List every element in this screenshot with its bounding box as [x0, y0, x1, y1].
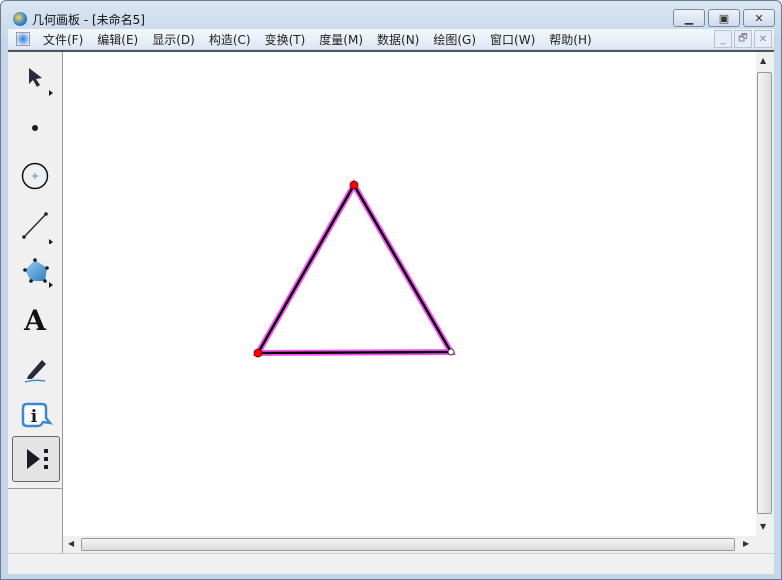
- minimize-button[interactable]: ▁: [673, 9, 705, 27]
- window-title: 几何画板 - [未命名5]: [32, 12, 145, 27]
- scroll-down-icon[interactable]: ▼: [760, 522, 766, 531]
- toolbox-divider: [8, 488, 62, 489]
- polygon-tool[interactable]: [12, 250, 58, 294]
- sketch-canvas[interactable]: [63, 52, 756, 536]
- svg-text:i: i: [31, 407, 38, 427]
- doc-close-button[interactable]: ✕: [754, 30, 772, 48]
- status-bar: [8, 553, 774, 574]
- polygon-icon: [23, 258, 53, 288]
- menu-transform[interactable]: 变换(T): [258, 31, 313, 48]
- point-icon: [32, 125, 38, 131]
- custom-tools-icon: [27, 449, 48, 469]
- menu-measure[interactable]: 度量(M): [312, 31, 370, 48]
- straightedge-tool[interactable]: [12, 202, 58, 246]
- text-icon: A: [24, 303, 46, 337]
- point-tool[interactable]: [12, 106, 58, 150]
- marker-tool[interactable]: [12, 346, 58, 390]
- doc-minimize-button[interactable]: _: [714, 30, 732, 48]
- point-left[interactable]: [253, 348, 263, 358]
- app-icon: [13, 12, 27, 26]
- arrow-icon: [29, 68, 53, 96]
- compass-tool[interactable]: [12, 154, 58, 198]
- scroll-up-icon[interactable]: ▲: [760, 56, 766, 65]
- segment-top-right[interactable]: [352, 184, 453, 353]
- menu-help[interactable]: 帮助(H): [542, 31, 598, 48]
- arrow-tool[interactable]: [12, 58, 58, 102]
- menu-graph[interactable]: 绘图(G): [426, 31, 483, 48]
- menu-data[interactable]: 数据(N): [370, 31, 426, 48]
- information-tool[interactable]: i: [12, 394, 58, 438]
- menu-display[interactable]: 显示(D): [145, 31, 202, 48]
- horizontal-scrollbar[interactable]: ◀ ▶: [63, 536, 756, 553]
- segment-bottom[interactable]: [257, 350, 452, 355]
- document-icon[interactable]: [16, 32, 30, 46]
- menu-edit[interactable]: 编辑(E): [90, 31, 145, 48]
- segment-top-left[interactable]: [256, 184, 356, 354]
- custom-tool[interactable]: [12, 436, 60, 482]
- doc-restore-button[interactable]: 🗗: [734, 30, 752, 48]
- vertical-scrollbar[interactable]: ▲ ▼: [756, 52, 773, 536]
- maximize-button[interactable]: ▣: [708, 9, 740, 27]
- marker-icon: [24, 360, 46, 383]
- horizontal-scroll-thumb[interactable]: [81, 538, 735, 551]
- close-button[interactable]: ✕: [743, 9, 775, 27]
- selection-highlight: [252, 178, 457, 357]
- title-bar: 几何画板 - [未命名5]: [13, 9, 145, 29]
- scroll-right-icon[interactable]: ▶: [743, 539, 749, 548]
- menu-file[interactable]: 文件(F): [36, 31, 90, 48]
- toolbox: A i: [8, 52, 63, 553]
- circle-icon: [21, 162, 49, 190]
- segment-icon: [22, 212, 53, 244]
- menu-bar: 文件(F) 编辑(E) 显示(D) 构造(C) 变换(T) 度量(M) 数据(N…: [8, 29, 774, 49]
- text-tool[interactable]: A: [12, 298, 58, 342]
- menu-window[interactable]: 窗口(W): [483, 31, 542, 48]
- menu-construct[interactable]: 构造(C): [202, 31, 258, 48]
- scroll-left-icon[interactable]: ◀: [68, 539, 74, 548]
- info-icon: i: [21, 402, 53, 428]
- point-right[interactable]: [447, 348, 455, 356]
- vertical-scroll-thumb[interactable]: [757, 72, 772, 514]
- triangle-sketch: [252, 178, 457, 358]
- point-top[interactable]: [349, 180, 359, 190]
